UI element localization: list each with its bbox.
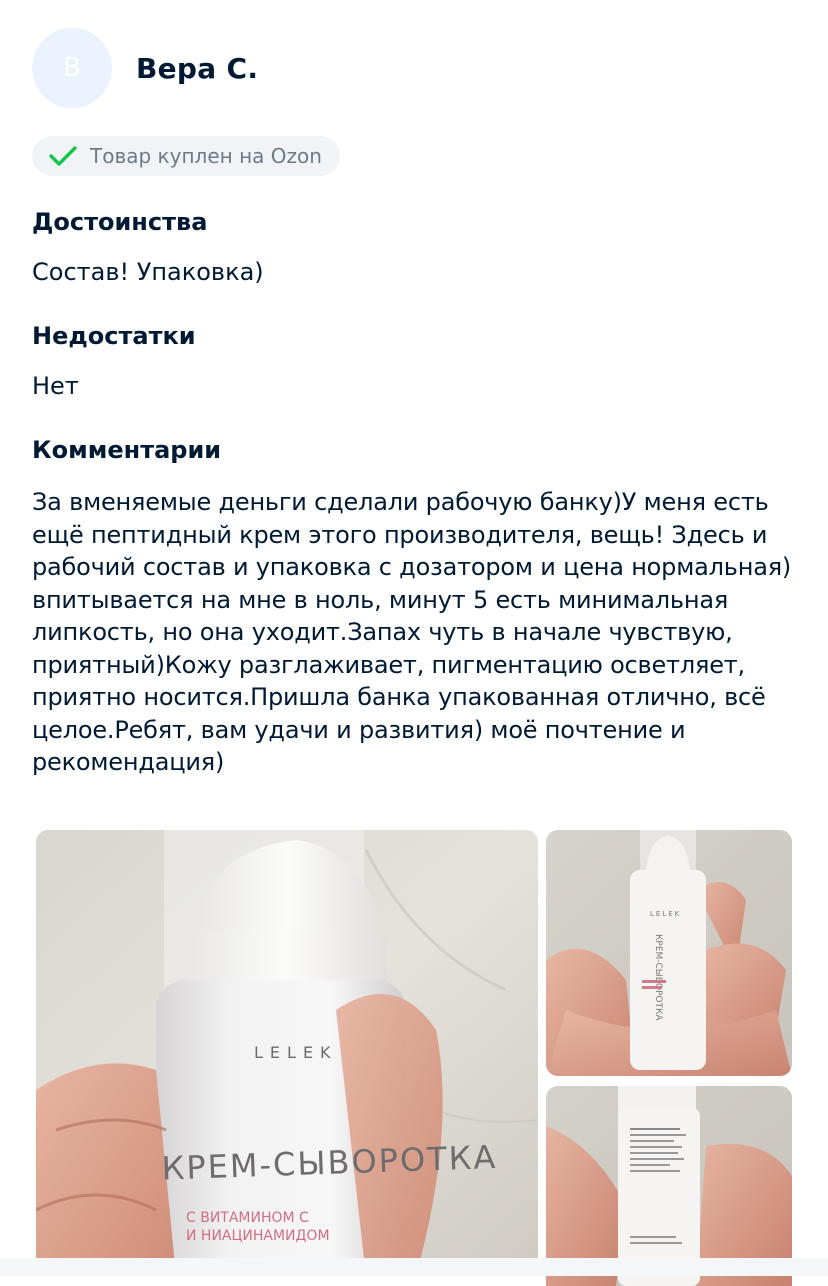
comment-title: Комментарии (32, 436, 222, 464)
avatar-letter: В (63, 53, 81, 83)
pros-title: Достоинства (32, 208, 208, 236)
review-photo-2[interactable]: LELEK КРЕМ-СЫВОРОТКА (546, 830, 792, 1076)
cons-text: Нет (32, 372, 79, 400)
avatar[interactable]: В (32, 28, 112, 108)
photo-2-brand-text: LELEK (650, 910, 681, 918)
review-photo-3[interactable] (546, 1086, 792, 1286)
author-name[interactable]: Вера С. (136, 52, 258, 85)
photo-2-image: LELEK КРЕМ-СЫВОРОТКА (546, 830, 792, 1076)
bottom-divider (0, 1258, 828, 1276)
photo-brand-text: LELEK (254, 1043, 338, 1062)
review-photo-main[interactable]: LELEK КРЕМ-СЫВОРОТКА С ВИТАМИНОМ С И НИА… (36, 830, 538, 1276)
photo-sub-text-2: И НИАЦИНАМИДОМ (186, 1228, 330, 1244)
photo-sub-text-1: С ВИТАМИНОМ С (186, 1210, 309, 1226)
comment-text: За вменяемые деньги сделали рабочую банк… (32, 488, 792, 776)
cons-title: Недостатки (32, 322, 196, 350)
photo-2-product-text: КРЕМ-СЫВОРОТКА (653, 934, 663, 1021)
checkmark-icon (49, 146, 77, 166)
photo-3-image (546, 1086, 792, 1286)
photo-main-image: LELEK КРЕМ-СЫВОРОТКА С ВИТАМИНОМ С И НИА… (36, 830, 538, 1276)
review-header: В Вера С. (32, 28, 258, 108)
pros-text: Состав! Упаковка) (32, 258, 264, 286)
badge-label: Товар куплен на Ozon (90, 144, 322, 168)
verified-purchase-badge: Товар куплен на Ozon (32, 136, 340, 176)
